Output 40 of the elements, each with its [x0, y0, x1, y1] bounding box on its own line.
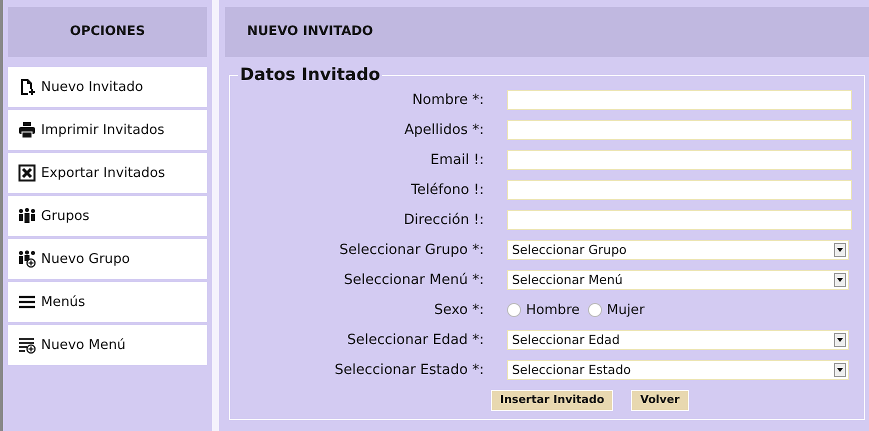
form-button[interactable]: Insertar Invitado: [491, 390, 614, 411]
panel-header: NUEVO INVITADO: [225, 7, 869, 57]
dropdown[interactable]: Seleccionar Menú: [507, 270, 849, 290]
radio-option[interactable]: Hombre: [507, 300, 580, 320]
text-field[interactable]: [507, 180, 852, 200]
sidebar-item[interactable]: Nuevo Grupo: [8, 239, 207, 279]
field-label: Seleccionar Grupo *:: [338, 240, 484, 260]
field-label: Seleccionar Edad *:: [346, 330, 484, 350]
sidebar-item[interactable]: Nuevo Invitado: [8, 67, 207, 107]
field-label: Nombre *:: [411, 90, 484, 110]
field-label: Seleccionar Menú *:: [342, 270, 484, 290]
text-field[interactable]: [507, 120, 852, 140]
text-field[interactable]: [507, 90, 852, 110]
field-label: Teléfono !:: [410, 180, 484, 200]
field-label: Seleccionar Estado *:: [334, 360, 484, 380]
new-document-icon: [18, 78, 36, 96]
field-label: Email !:: [429, 150, 484, 170]
spreadsheet-x-icon: [18, 164, 36, 182]
people-icon: [18, 207, 36, 225]
text-field[interactable]: [507, 210, 852, 230]
sidebar-item[interactable]: Grupos: [8, 196, 207, 236]
sidebar-item[interactable]: Exportar Invitados: [8, 153, 207, 193]
list-add-icon: [18, 336, 36, 354]
form-legend: Datos Invitado: [238, 65, 382, 85]
sidebar-item[interactable]: Menús: [8, 282, 207, 322]
sidebar-item[interactable]: Nuevo Menú: [8, 325, 207, 365]
printer-icon: [18, 121, 36, 139]
radio-option[interactable]: Mujer: [588, 300, 645, 320]
people-add-icon: [18, 250, 36, 268]
sidebar-item[interactable]: Imprimir Invitados: [8, 110, 207, 150]
dropdown[interactable]: Seleccionar Edad: [507, 330, 849, 350]
sidebar-header: OPCIONES: [8, 7, 207, 57]
dropdown[interactable]: Seleccionar Estado: [507, 360, 849, 380]
field-label: Apellidos *:: [403, 120, 484, 140]
field-label: Dirección !:: [402, 210, 484, 230]
text-field[interactable]: [507, 150, 852, 170]
dropdown[interactable]: Seleccionar Grupo: [507, 240, 849, 260]
field-label: Sexo *:: [433, 300, 484, 320]
menu-icon: [18, 293, 36, 311]
form-button[interactable]: Volver: [631, 390, 689, 411]
